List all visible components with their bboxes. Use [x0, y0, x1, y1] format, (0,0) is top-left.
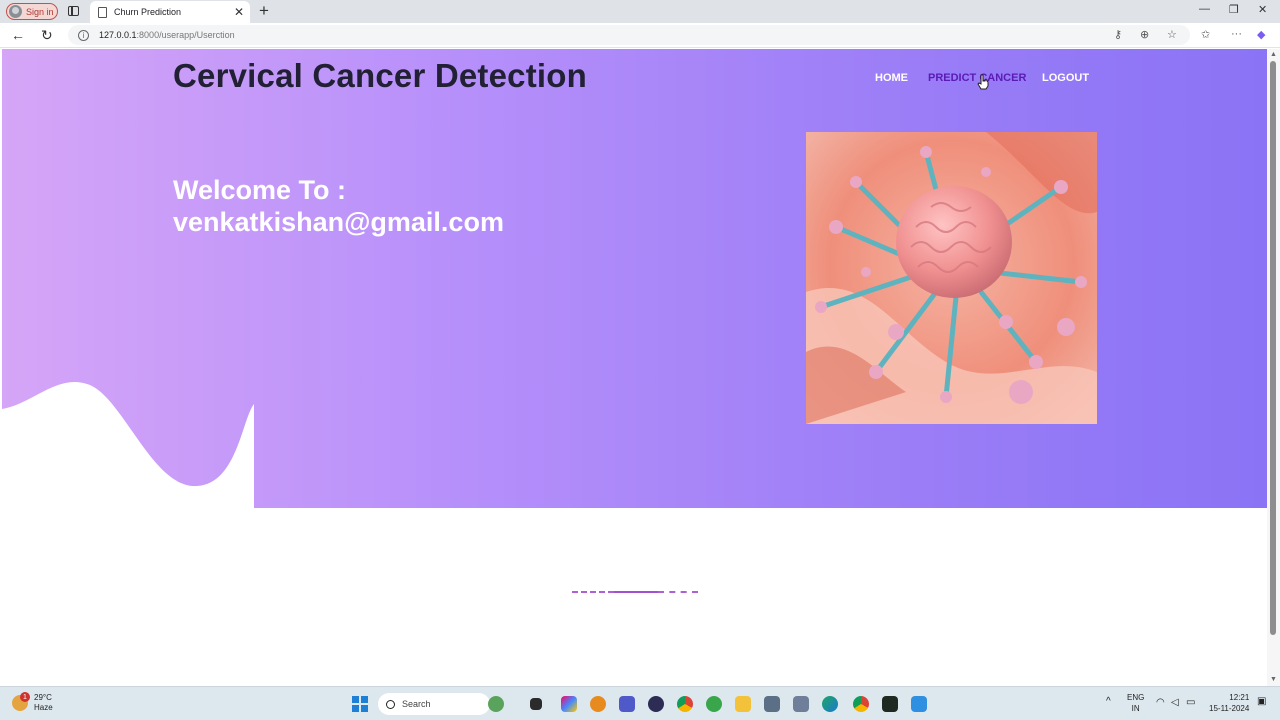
task-view-icon[interactable] [530, 698, 542, 710]
section-divider-left [572, 591, 614, 593]
site-info-icon[interactable]: i [78, 29, 89, 41]
taskbar-search[interactable]: Search [378, 693, 490, 715]
teams-icon[interactable] [619, 696, 635, 712]
wifi-icon[interactable]: ◠ [1156, 697, 1165, 708]
paint-app-icon[interactable] [911, 696, 927, 712]
media-app-icon[interactable] [648, 696, 664, 712]
address-toolbar: ← ↻ i 127.0.0.1 :8000/userapp/Userction … [0, 23, 1280, 48]
pycharm-icon[interactable] [882, 696, 898, 712]
weather-badge: 1 [20, 692, 30, 702]
file-explorer-icon[interactable] [735, 696, 751, 712]
copilot-icon[interactable]: ◆ [1257, 28, 1265, 41]
page-scrollbar[interactable]: ▲ ▼ [1267, 49, 1280, 686]
weather-condition: Haze [34, 703, 53, 712]
welcome-message: Welcome To : venkatkishan@gmail.com [173, 174, 504, 238]
welcome-heading: Welcome To : [173, 175, 347, 205]
restore-button[interactable]: ❐ [1229, 3, 1239, 16]
weather-temperature: 29°C [34, 693, 52, 702]
site-title: Cervical Cancer Detection [173, 57, 588, 94]
favorite-star-icon[interactable]: ☆ [1167, 28, 1177, 41]
url-host: 127.0.0.1 [99, 30, 137, 40]
scroll-down-icon[interactable]: ▼ [1270, 676, 1277, 683]
weather-icon: 1 [12, 692, 30, 711]
url-path: :8000/userapp/Userction [136, 30, 235, 40]
chrome-icon[interactable] [677, 696, 693, 712]
windows-taskbar: 1 29°C Haze Search ^ ENG IN ◠ ◁ ▭ 12:21 … [0, 686, 1280, 720]
volume-icon[interactable]: ◁ [1171, 697, 1179, 708]
window-close-button[interactable]: ✕ [1258, 3, 1267, 16]
copilot-app-icon[interactable] [561, 696, 577, 712]
key-icon[interactable]: ⚷ [1114, 28, 1122, 41]
feather-app-icon[interactable] [793, 696, 809, 712]
address-bar[interactable]: i 127.0.0.1 :8000/userapp/Userction [68, 25, 1190, 45]
clock-time: 12:21 [1229, 693, 1250, 702]
search-label: Search [402, 699, 431, 709]
clock[interactable]: 12:21 15-11-2024 [1209, 692, 1249, 714]
clock-date: 15-11-2024 [1209, 704, 1250, 713]
search-app-icon[interactable] [590, 696, 606, 712]
language-indicator[interactable]: ENG IN [1127, 692, 1144, 714]
section-divider-center [614, 591, 658, 593]
language-code: ENG [1127, 693, 1145, 702]
tab-actions-icon[interactable] [68, 6, 79, 16]
search-icon [386, 699, 395, 709]
sign-in-button[interactable]: Sign in [6, 3, 58, 20]
section-divider-right [658, 591, 698, 593]
hand-cursor-icon [977, 74, 989, 90]
battery-icon[interactable]: ▭ [1186, 697, 1195, 708]
hero-banner: Cervical Cancer Detection HOME PREDICT C… [2, 49, 1267, 509]
reload-button[interactable]: ↻ [41, 27, 53, 44]
tray-overflow-icon[interactable]: ^ [1106, 696, 1111, 707]
tab-close-icon[interactable]: ✕ [234, 5, 244, 19]
scroll-up-icon[interactable]: ▲ [1270, 51, 1277, 58]
profile-avatar-icon [9, 5, 22, 18]
browser-tab-bar: Sign in Churn Prediction ✕ + — ❐ ✕ [0, 0, 1280, 23]
windows-start-icon[interactable] [352, 696, 368, 712]
settings-more-icon[interactable]: ··· [1231, 28, 1242, 40]
language-region: IN [1131, 704, 1140, 713]
weather-widget[interactable]: 1 29°C Haze [12, 692, 53, 713]
back-button[interactable]: ← [11, 27, 25, 43]
sign-in-label: Sign in [26, 6, 54, 17]
cancer-cell-image [806, 132, 1097, 424]
green-app-icon[interactable] [706, 696, 722, 712]
new-tab-button[interactable]: + [259, 1, 269, 21]
minimize-button[interactable]: — [1199, 3, 1210, 15]
user-email: venkatkishan@gmail.com [173, 207, 504, 237]
security-shield-icon[interactable] [764, 696, 780, 712]
edge-browser-icon[interactable] [822, 696, 838, 712]
tab-title: Churn Prediction [114, 7, 182, 17]
browser-tab-active[interactable]: Churn Prediction ✕ [90, 1, 250, 23]
nav-logout-link[interactable]: LOGOUT [1042, 72, 1089, 84]
notification-icon[interactable]: ▣ [1257, 696, 1266, 707]
zoom-icon[interactable]: ⊕ [1140, 28, 1149, 41]
page-viewport: Cervical Cancer Detection HOME PREDICT C… [2, 49, 1267, 686]
hero-wave-shape [2, 381, 254, 509]
widgets-app-icon[interactable] [488, 696, 504, 712]
chrome-profile-icon[interactable] [853, 696, 869, 712]
page-document-icon [98, 6, 107, 18]
favorites-icon[interactable]: ✩ [1201, 28, 1210, 41]
scrollbar-thumb[interactable] [1270, 61, 1276, 635]
nav-home-link[interactable]: HOME [875, 72, 908, 84]
